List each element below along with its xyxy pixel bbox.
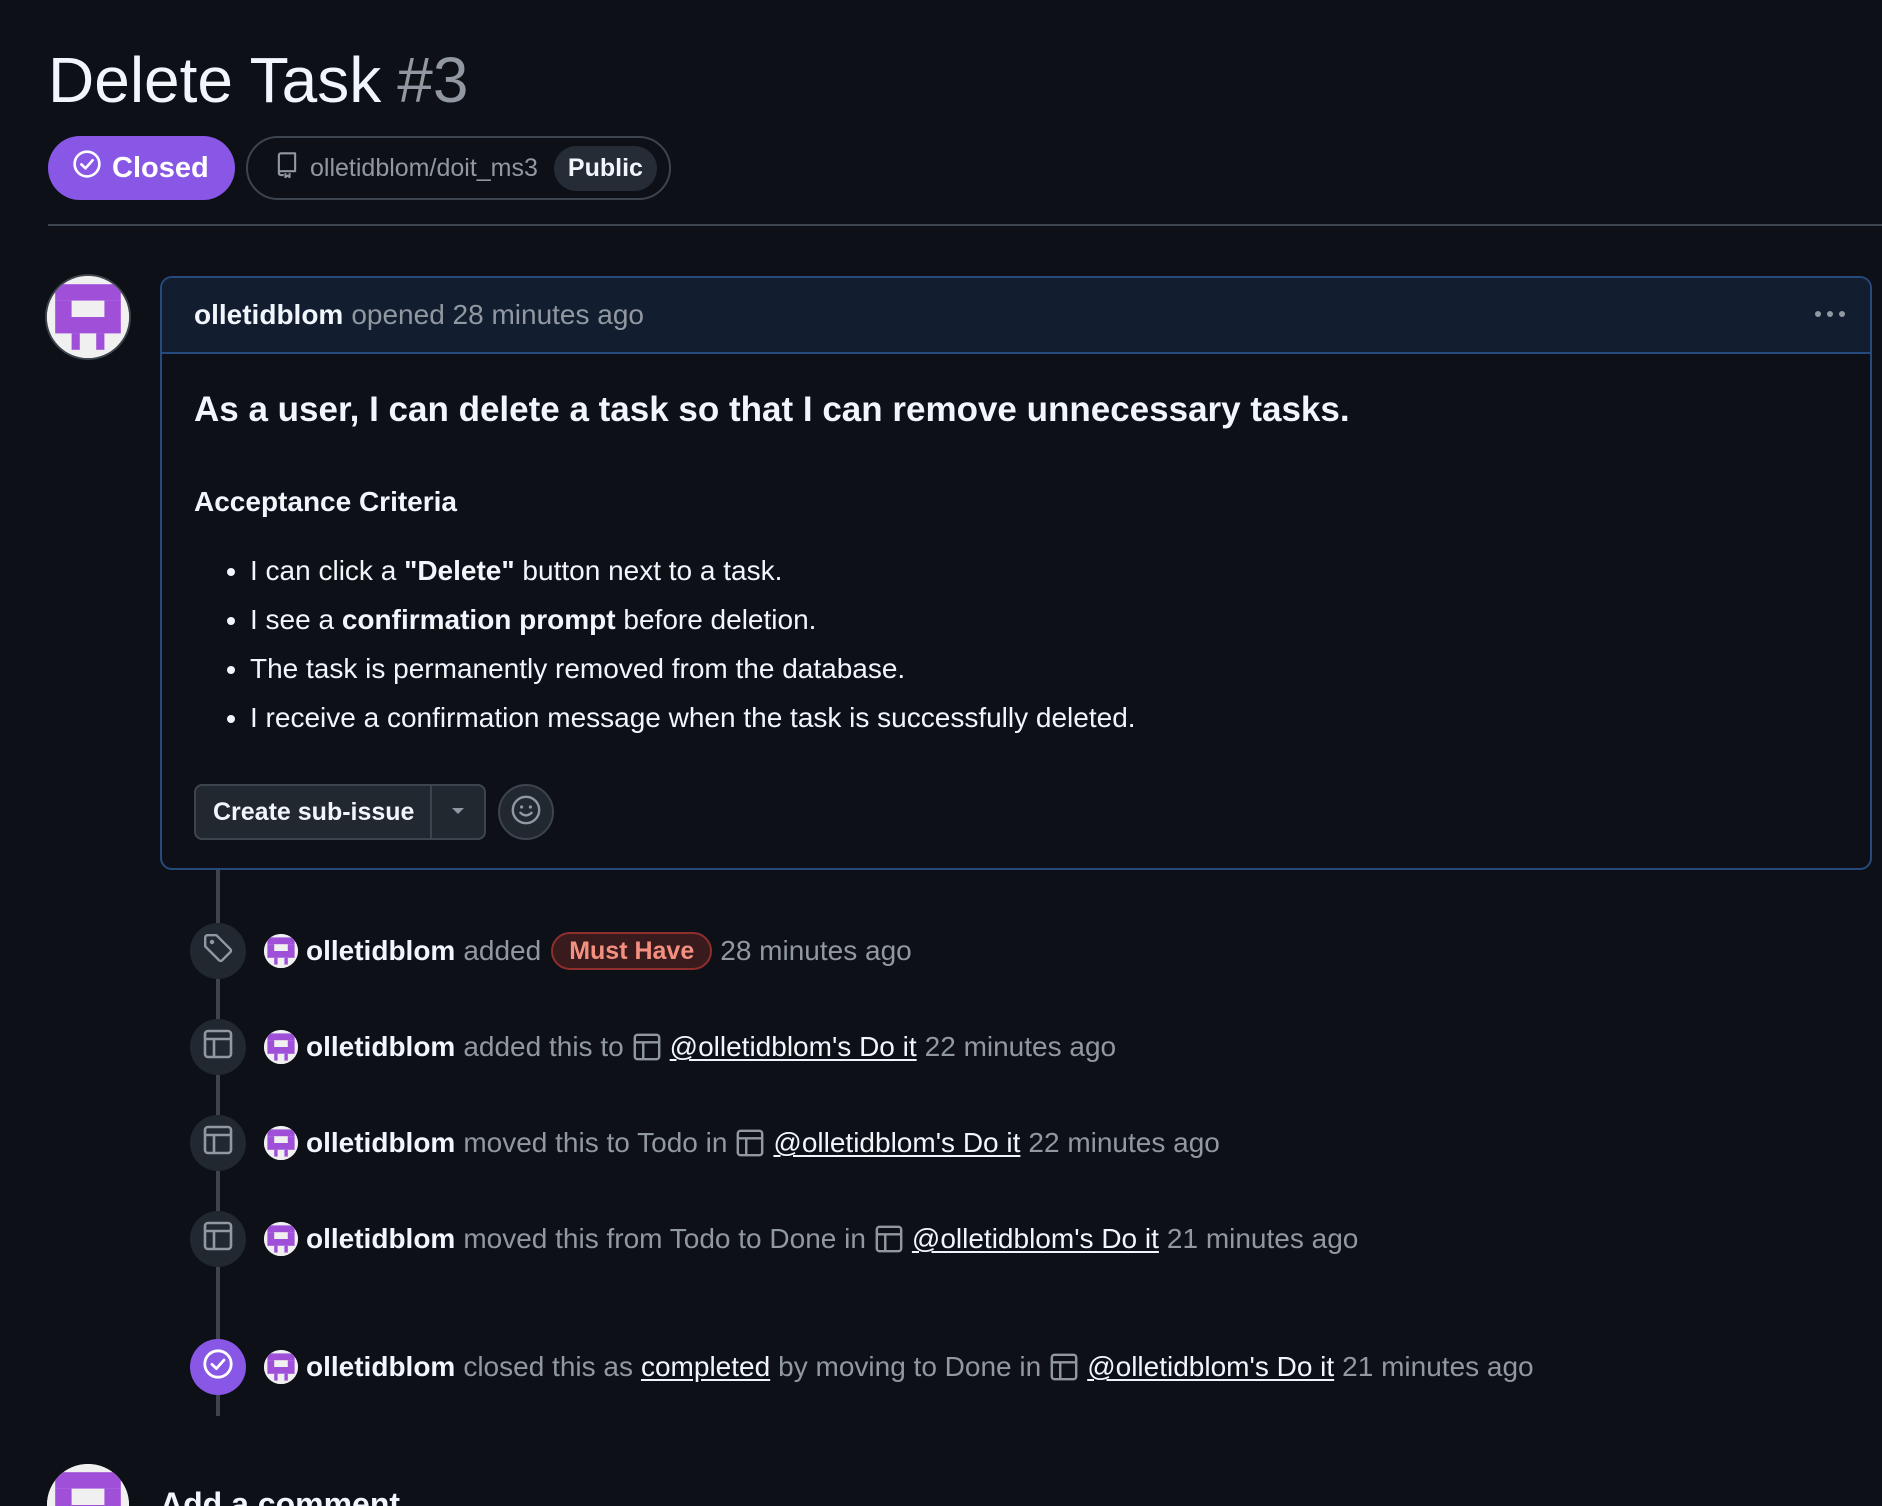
label-must-have[interactable]: Must Have bbox=[551, 932, 713, 970]
event-badge bbox=[190, 1019, 246, 1075]
table-icon bbox=[874, 1224, 904, 1254]
comment-header: olletidblom opened 28 minutes ago bbox=[162, 278, 1870, 354]
event-timestamp[interactable]: 21 minutes ago bbox=[1167, 1223, 1358, 1255]
criteria-text: The task is permanently removed from the… bbox=[250, 653, 906, 684]
repo-name-link[interactable]: olletidblom/doit_ms3 bbox=[310, 154, 538, 183]
kebab-horizontal-icon bbox=[1827, 311, 1833, 317]
current-user-avatar[interactable] bbox=[47, 1464, 129, 1506]
event-action-text: moved this from Todo to Done in bbox=[463, 1223, 866, 1254]
comment-author-link[interactable]: olletidblom bbox=[194, 299, 343, 331]
issue-number: #3 bbox=[397, 44, 469, 116]
comment-timestamp[interactable]: opened 28 minutes ago bbox=[351, 299, 644, 331]
completed-link[interactable]: completed bbox=[641, 1351, 770, 1383]
create-subissue-button[interactable]: Create sub-issue bbox=[196, 786, 433, 838]
table-icon bbox=[1049, 1352, 1079, 1382]
author-avatar[interactable] bbox=[47, 276, 129, 358]
event-author-link[interactable]: olletidblom bbox=[306, 1127, 455, 1159]
criteria-text: button next to a task. bbox=[514, 555, 783, 586]
list-item: I can click a "Delete" button next to a … bbox=[250, 546, 1838, 595]
check-circle-icon bbox=[72, 149, 112, 187]
issue-title-text: Delete Task bbox=[48, 44, 382, 116]
criteria-bold-text: "Delete" bbox=[404, 555, 515, 586]
user-story-heading: As a user, I can delete a task so that I… bbox=[194, 390, 1350, 429]
create-subissue-dropdown[interactable] bbox=[432, 786, 484, 838]
visibility-badge: Public bbox=[553, 145, 657, 191]
criteria-text: I can click a bbox=[250, 555, 405, 586]
event-author-link[interactable]: olletidblom bbox=[306, 1223, 455, 1255]
smiley-icon bbox=[510, 794, 542, 831]
event-badge bbox=[190, 1115, 246, 1171]
triangle-down-icon bbox=[450, 803, 466, 821]
event-timestamp[interactable]: 22 minutes ago bbox=[1028, 1127, 1219, 1159]
avatar[interactable] bbox=[264, 1350, 298, 1384]
event-action-text: closed this as bbox=[463, 1351, 633, 1382]
table-icon bbox=[202, 1124, 234, 1163]
project-link[interactable]: @olletidblom's Do it bbox=[670, 1031, 917, 1063]
add-reaction-button[interactable] bbox=[498, 784, 555, 840]
event-badge bbox=[190, 923, 246, 979]
issue-state-label: Closed bbox=[112, 151, 209, 184]
event-badge bbox=[190, 1339, 246, 1395]
comment-body: As a user, I can delete a task so that I… bbox=[162, 354, 1870, 742]
comment-actions: Create sub-issue bbox=[194, 784, 555, 840]
event-timestamp[interactable]: 28 minutes ago bbox=[720, 935, 911, 967]
list-item: I see a confirmation prompt before delet… bbox=[250, 595, 1838, 644]
event-action-text: moved this to Todo in bbox=[463, 1127, 728, 1158]
project-link[interactable]: @olletidblom's Do it bbox=[912, 1223, 1159, 1255]
project-link[interactable]: @olletidblom's Do it bbox=[1087, 1351, 1334, 1383]
repo-icon bbox=[274, 151, 310, 186]
avatar[interactable] bbox=[264, 1126, 298, 1160]
event-author-link[interactable]: olletidblom bbox=[306, 935, 455, 967]
table-icon bbox=[735, 1128, 765, 1158]
issue-body-comment: olletidblom opened 28 minutes ago As a u… bbox=[160, 276, 1872, 870]
issue-state-badge: Closed bbox=[48, 136, 235, 200]
tag-icon bbox=[202, 932, 234, 971]
check-circle-icon bbox=[202, 1348, 234, 1387]
event-action-text: by moving to Done in bbox=[778, 1351, 1042, 1382]
timeline-event-closed: olletidblom closed this as completed by … bbox=[190, 1339, 1534, 1395]
criteria-text: I see a bbox=[250, 604, 342, 635]
table-icon bbox=[202, 1028, 234, 1067]
repo-pill[interactable]: olletidblom/doit_ms3 Public bbox=[246, 136, 671, 200]
avatar[interactable] bbox=[264, 1222, 298, 1256]
list-item: The task is permanently removed from the… bbox=[250, 644, 1838, 693]
add-comment-heading: Add a comment bbox=[160, 1486, 401, 1506]
criteria-text: before deletion. bbox=[615, 604, 817, 635]
timeline-event-moved-to-done: olletidblom moved this from Todo to Done… bbox=[190, 1211, 1358, 1267]
timeline-event-labeled: olletidblom added Must Have 28 minutes a… bbox=[190, 923, 912, 979]
table-icon bbox=[202, 1220, 234, 1259]
criteria-text: I receive a confirmation message when th… bbox=[250, 702, 1136, 733]
timeline-event-added-to-project: olletidblom added this to @olletidblom's… bbox=[190, 1019, 1116, 1075]
avatar[interactable] bbox=[264, 934, 298, 968]
kebab-horizontal-icon bbox=[1815, 311, 1821, 317]
event-author-link[interactable]: olletidblom bbox=[306, 1031, 455, 1063]
issue-page: Delete Task #3 Closed olletidblom/doit_ms… bbox=[0, 0, 1882, 1506]
issue-title: Delete Task #3 bbox=[48, 40, 468, 120]
timeline-event-moved-to-todo: olletidblom moved this to Todo in @ollet… bbox=[190, 1115, 1220, 1171]
acceptance-criteria-list: I can click a "Delete" button next to a … bbox=[194, 546, 1838, 742]
table-icon bbox=[632, 1032, 662, 1062]
criteria-bold-text: confirmation prompt bbox=[341, 604, 616, 635]
event-timestamp[interactable]: 22 minutes ago bbox=[925, 1031, 1116, 1063]
comment-options-button[interactable] bbox=[1808, 296, 1852, 332]
create-subissue-button-group: Create sub-issue bbox=[194, 784, 487, 840]
event-badge bbox=[190, 1211, 246, 1267]
project-link[interactable]: @olletidblom's Do it bbox=[773, 1127, 1020, 1159]
event-action-text: added this to bbox=[463, 1031, 624, 1062]
event-action-text: added bbox=[463, 935, 542, 966]
kebab-horizontal-icon bbox=[1839, 311, 1845, 317]
list-item: I receive a confirmation message when th… bbox=[250, 693, 1838, 742]
event-timestamp[interactable]: 21 minutes ago bbox=[1342, 1351, 1533, 1383]
acceptance-criteria-heading: Acceptance Criteria bbox=[194, 486, 458, 517]
avatar[interactable] bbox=[264, 1030, 298, 1064]
event-author-link[interactable]: olletidblom bbox=[306, 1351, 455, 1383]
header-divider bbox=[48, 224, 1882, 226]
